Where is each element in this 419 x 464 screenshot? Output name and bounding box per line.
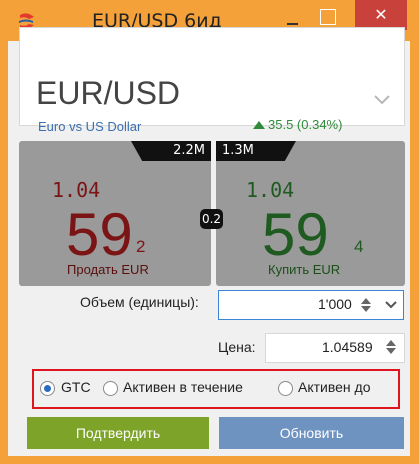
price-label: Цена: (218, 339, 256, 355)
buy-price-big: 59 (262, 201, 329, 268)
spin-down-icon[interactable] (384, 339, 398, 355)
update-button[interactable]: Обновить (219, 417, 404, 449)
volume-input[interactable] (218, 290, 404, 320)
sell-liquidity: 2.2M (131, 141, 211, 161)
chevron-down-icon[interactable] (373, 91, 391, 109)
sell-price-sub: 2 (136, 237, 146, 256)
spread-badge: 0.2 (200, 209, 223, 229)
instrument-pair: EUR/USD (36, 75, 181, 111)
instrument-description: Euro vs US Dollar (38, 119, 142, 134)
volume-label: Объем (единицы): (80, 294, 199, 310)
sell-price-prefix: 1.04 (52, 178, 101, 202)
arrow-up-icon (253, 121, 265, 129)
radio-gtc-label: GTC (61, 379, 91, 395)
radio-gtc[interactable] (40, 381, 55, 396)
sell-price-big: 59 (66, 201, 133, 268)
buy-label: Купить EUR (268, 262, 341, 277)
close-icon[interactable]: ✕ (355, 0, 407, 30)
buy-price-prefix: 1.04 (246, 178, 295, 202)
radio-active-during-label: Активен в течение (123, 379, 243, 395)
spin-up-icon[interactable] (359, 297, 373, 313)
price-change: 35.5 (0.34%) (268, 117, 343, 132)
price-value: 1.04589 (322, 339, 373, 355)
maximize-icon[interactable] (320, 9, 336, 25)
radio-active-until-label: Активен до (298, 379, 371, 395)
sell-label: Продать EUR (67, 262, 149, 277)
volume-value: 1'000 (318, 296, 352, 312)
buy-liquidity: 1.3M (216, 141, 296, 161)
buy-price-sub: 4 (354, 237, 364, 256)
radio-active-until[interactable] (278, 381, 293, 396)
radio-active-during[interactable] (103, 381, 118, 396)
dropdown-arrow-icon[interactable] (385, 299, 397, 311)
confirm-button[interactable]: Подтвердить (27, 417, 209, 449)
